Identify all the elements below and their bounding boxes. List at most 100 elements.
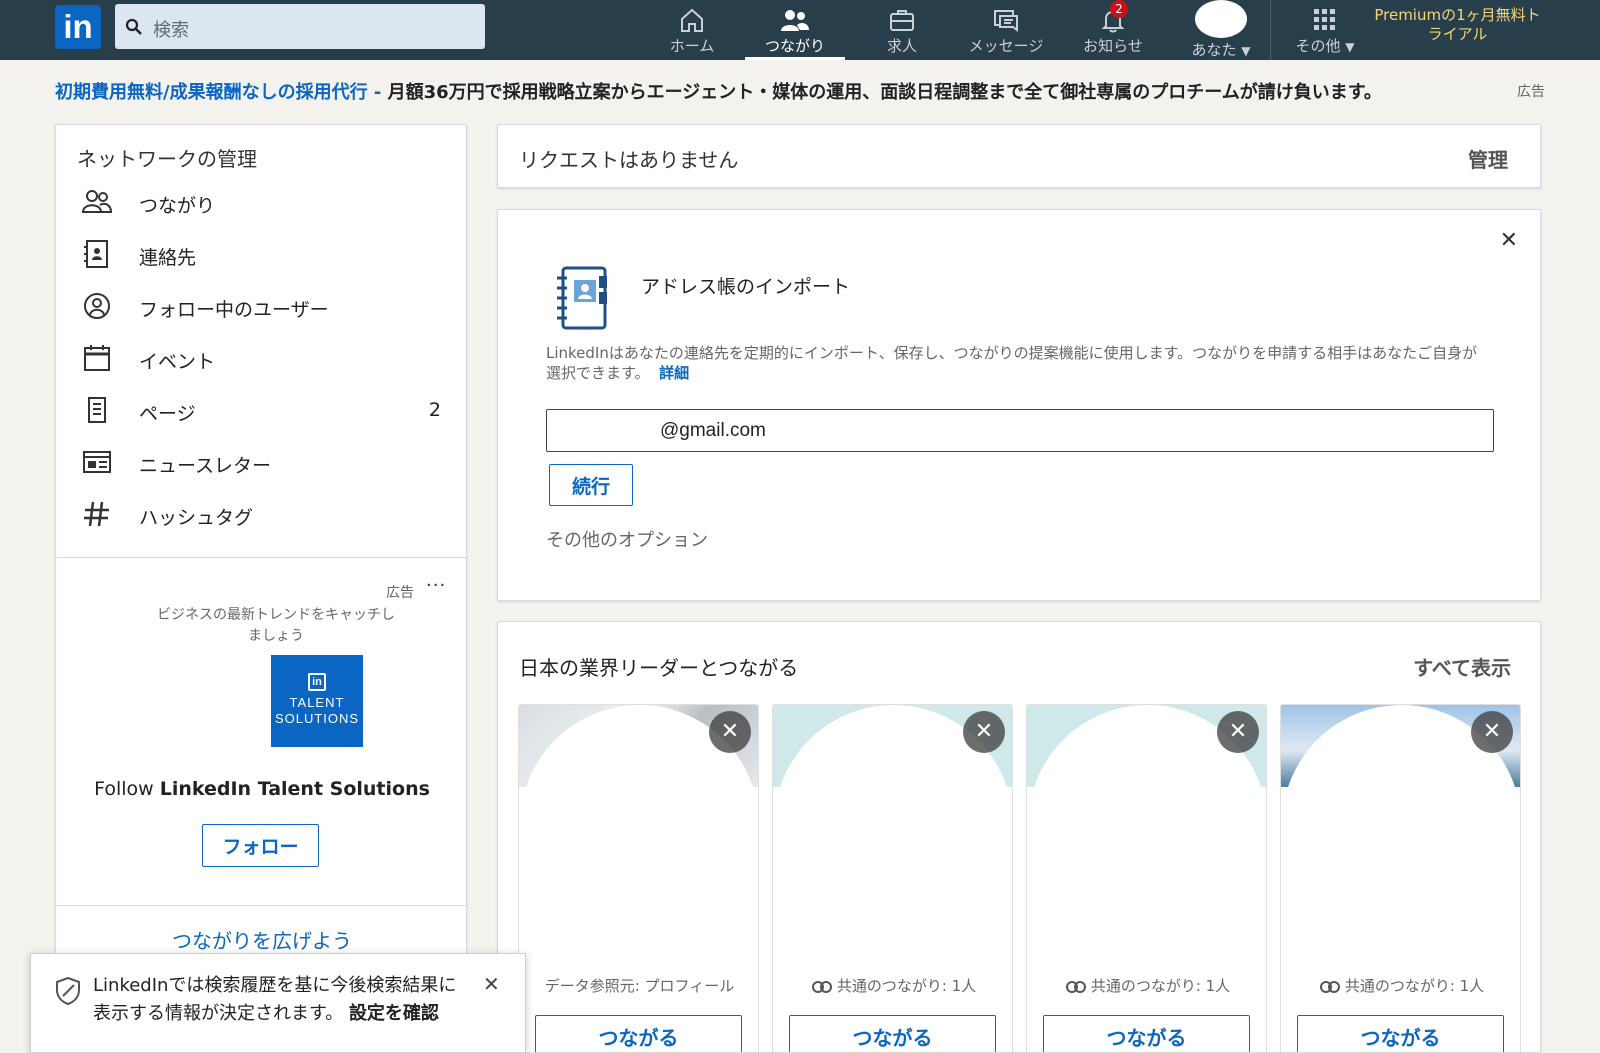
nav-notifications-label: お知らせ xyxy=(1083,37,1143,55)
profile-card[interactable]: ✕ 共通のつながり: 1人 つながる xyxy=(1026,704,1267,1052)
divider xyxy=(56,905,468,906)
ad-tag: 広告 xyxy=(386,585,414,601)
divider xyxy=(56,557,468,558)
nav-me[interactable]: あなた ▼ xyxy=(1175,0,1267,60)
sidebar-item-label: ハッシュタグ xyxy=(139,507,254,529)
sidebar-item-pages[interactable]: ページ 2 xyxy=(81,391,441,431)
sidebar-title: ネットワークの管理 xyxy=(77,147,257,171)
chevron-down-icon: ▼ xyxy=(1241,44,1251,58)
sidebar-item-following[interactable]: フォロー中のユーザー xyxy=(81,287,441,327)
sidebar-item-label: イベント xyxy=(139,351,216,373)
talent-solutions-logo[interactable]: in TALENT SOLUTIONS xyxy=(271,655,363,747)
nav-jobs[interactable]: 求人 xyxy=(870,0,934,60)
linkedin-logo[interactable]: in xyxy=(55,5,101,49)
follow-prefix: Follow xyxy=(94,778,160,800)
briefcase-icon xyxy=(890,10,914,31)
nav-home-label: ホーム xyxy=(669,37,715,55)
nav-home[interactable]: ホーム xyxy=(660,0,724,60)
nav-more[interactable]: その他 ▼ xyxy=(1280,0,1370,60)
profile-card[interactable]: ✕ データ参照元: プロフィール つながる xyxy=(518,704,759,1052)
search-icon xyxy=(125,18,142,35)
network-icon xyxy=(781,10,809,31)
sidebar-item-events[interactable]: イベント xyxy=(81,339,441,379)
manage-button[interactable]: 管理 xyxy=(1468,144,1508,173)
nav-more-label: その他 xyxy=(1295,37,1341,55)
nav-divider xyxy=(1270,0,1271,60)
connect-button[interactable]: つながる xyxy=(1297,1015,1504,1052)
notification-badge: 2 xyxy=(1110,0,1128,18)
sidebar-item-label: ニュースレター xyxy=(139,455,272,477)
sidebar-item-contacts[interactable]: 連絡先 xyxy=(81,235,441,275)
connect-button[interactable]: つながる xyxy=(1043,1015,1250,1052)
logo-line1: TALENT xyxy=(289,695,345,710)
chevron-down-icon: ▼ xyxy=(1345,40,1355,54)
dismiss-icon[interactable]: ✕ xyxy=(1471,711,1513,753)
connect-button[interactable]: つながる xyxy=(535,1015,742,1052)
shared-connections-icon xyxy=(811,980,832,993)
manage-network-sidebar: ネットワークの管理 つながり 連絡先 フォロー中のユーザー イベント ページ 2… xyxy=(55,124,468,1053)
section-title: 日本の業界リーダーとつながる xyxy=(519,656,799,680)
sidebar-item-label: つながり xyxy=(139,195,216,217)
card-meta: 共通のつながり: 1人 xyxy=(1281,975,1520,996)
grid-icon xyxy=(1314,9,1335,30)
card-meta-text: データ参照元: プロフィール xyxy=(544,977,735,995)
continue-button[interactable]: 続行 xyxy=(549,464,633,506)
calendar-icon xyxy=(84,345,110,371)
card-meta: データ参照元: プロフィール xyxy=(519,975,758,996)
email-value: @gmail.com xyxy=(660,420,766,441)
search-history-toast: LinkedInでは検索履歴を基に今後検索結果に表示する情報が決定されます。 設… xyxy=(30,953,526,1053)
messaging-icon xyxy=(994,10,1018,32)
search-input[interactable]: 検索 xyxy=(115,4,485,49)
search-placeholder: 検索 xyxy=(153,20,189,41)
ad-banner[interactable]: 初期費用無料/成果報酬なしの採用代行 - 月額36万円で採用戦略立案からエージェ… xyxy=(55,78,1545,104)
sidebar-item-newsletters[interactable]: ニュースレター xyxy=(81,443,441,483)
industry-leaders-card: 日本の業界リーダーとつながる すべて表示 ✕ データ参照元: プロフィール つな… xyxy=(497,621,1541,1053)
shared-connections-icon xyxy=(1065,980,1086,993)
other-options-link[interactable]: その他のオプション xyxy=(546,526,708,552)
connect-button[interactable]: つながる xyxy=(789,1015,996,1052)
invitations-card: リクエストはありません 管理 xyxy=(497,124,1541,188)
card-meta-text: 共通のつながり: 1人 xyxy=(1344,977,1485,995)
nav-jobs-label: 求人 xyxy=(886,37,917,55)
ad-banner-link[interactable]: 初期費用無料/成果報酬なしの採用代行 - xyxy=(55,82,381,103)
toast-text: LinkedInでは検索履歴を基に今後検索結果に表示する情報が決定されます。 設… xyxy=(93,972,463,1028)
dismiss-icon[interactable]: ✕ xyxy=(709,711,751,753)
close-icon[interactable]: ✕ xyxy=(483,972,500,996)
linkedin-mini-icon: in xyxy=(308,673,326,691)
shield-icon xyxy=(56,976,80,1006)
review-settings-link[interactable]: 設定を確認 xyxy=(349,1003,439,1024)
more-options-icon[interactable]: ··· xyxy=(426,575,446,596)
profile-card[interactable]: ✕ 共通のつながり: 1人 つながる xyxy=(772,704,1013,1052)
sidebar-item-count: 2 xyxy=(428,399,441,421)
nav-me-label: あなた xyxy=(1191,41,1237,59)
dismiss-icon[interactable]: ✕ xyxy=(1217,711,1259,753)
sidebar-item-label: 連絡先 xyxy=(139,247,197,269)
follow-button[interactable]: フォロー xyxy=(202,824,319,867)
premium-trial-link[interactable]: Premiumの1ヶ月無料トライアル xyxy=(1370,6,1545,44)
follow-text: Follow LinkedIn Talent Solutions xyxy=(56,778,468,800)
address-book-icon xyxy=(557,266,607,330)
close-icon[interactable]: ✕ xyxy=(1500,228,1518,253)
dismiss-icon[interactable]: ✕ xyxy=(963,711,1005,753)
sidebar-item-connections[interactable]: つながり xyxy=(81,183,441,223)
newsletter-icon xyxy=(83,451,111,473)
contact-book-icon xyxy=(84,240,108,268)
grow-network-link[interactable]: つながりを広げよう xyxy=(56,925,468,954)
nav-network[interactable]: つながり xyxy=(745,0,845,60)
email-field[interactable]: @gmail.com xyxy=(546,409,1494,452)
see-all-button[interactable]: すべて表示 xyxy=(1413,652,1511,681)
learn-more-link[interactable]: 詳細 xyxy=(659,364,689,382)
sidebar-item-hashtags[interactable]: ハッシュタグ xyxy=(81,495,441,535)
profile-card[interactable]: ✕ 共通のつながり: 1人 つながる xyxy=(1280,704,1521,1052)
import-title: アドレス帳のインポート xyxy=(641,276,851,298)
follow-company-name: LinkedIn Talent Solutions xyxy=(159,778,430,800)
shared-connections-icon xyxy=(1319,980,1340,993)
nav-messaging[interactable]: メッセージ xyxy=(960,0,1052,60)
people-icon xyxy=(81,190,113,213)
nav-messaging-label: メッセージ xyxy=(968,37,1044,55)
ad-tag: 広告 xyxy=(1517,84,1545,100)
card-meta-text: 共通のつながり: 1人 xyxy=(1090,977,1231,995)
import-description: LinkedInはあなたの連絡先を定期的にインポート、保存し、つながりの提案機能… xyxy=(546,343,1486,383)
sidebar-item-label: ページ xyxy=(139,403,196,425)
nav-notifications[interactable]: 2 お知らせ xyxy=(1078,0,1148,60)
